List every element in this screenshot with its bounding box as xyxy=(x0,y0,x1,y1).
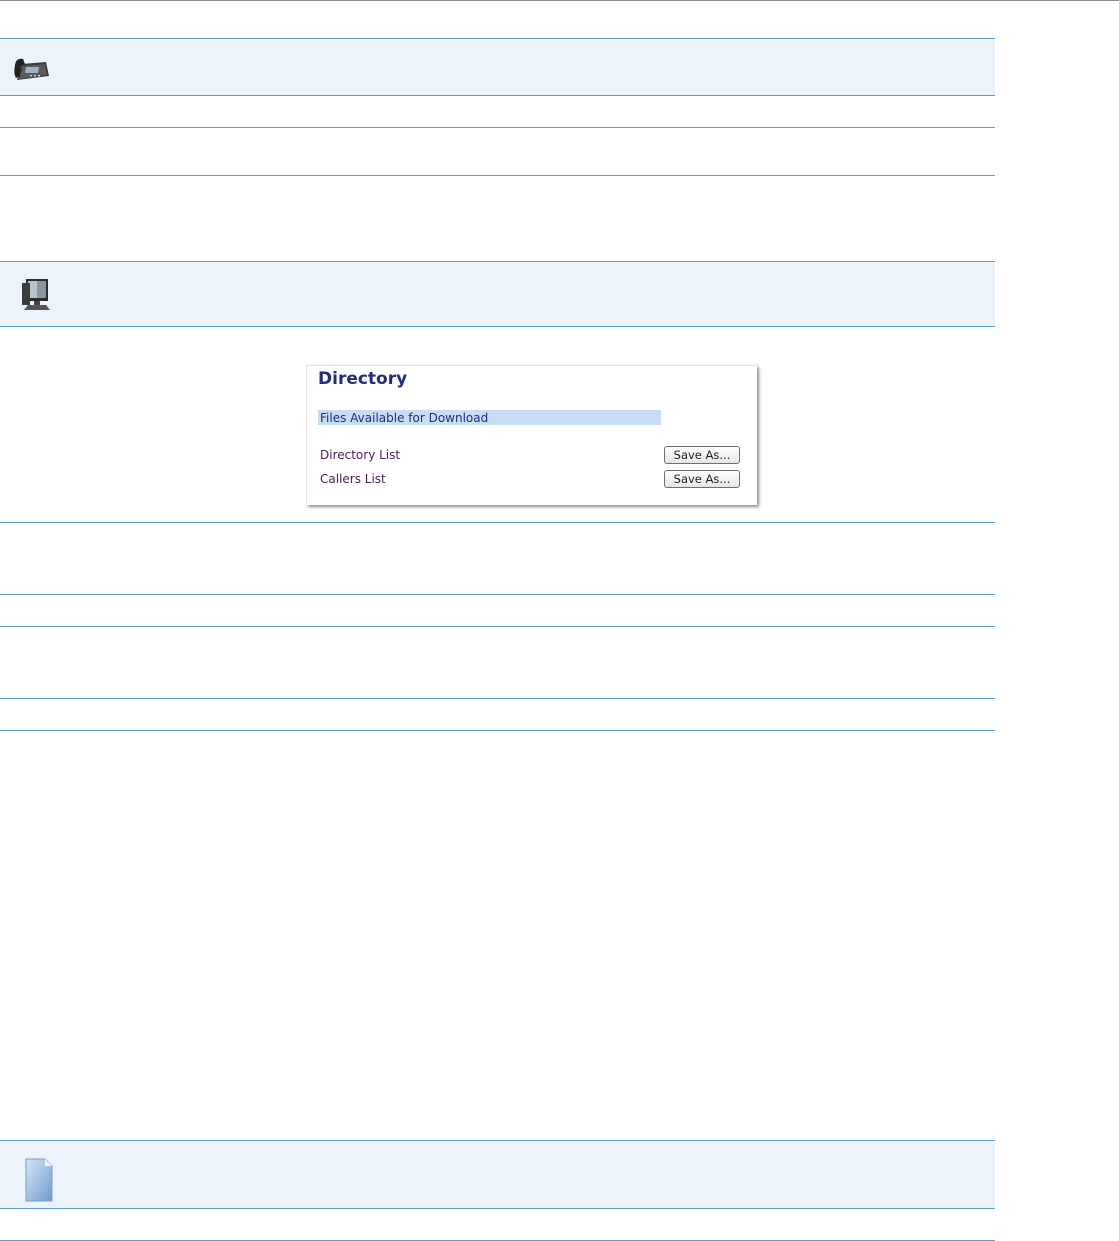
files-available-section-bar: Files Available for Download xyxy=(318,410,661,425)
callers-list-save-as-button[interactable]: Save As... xyxy=(664,470,740,488)
divider-line xyxy=(0,175,995,176)
computer-header-band xyxy=(0,261,995,327)
divider-line xyxy=(0,594,995,595)
top-border-line xyxy=(0,0,1119,1)
directory-panel: Directory Files Available for Download D… xyxy=(306,365,757,505)
divider-line xyxy=(0,626,995,627)
divider-line xyxy=(0,522,995,523)
callers-list-label: Callers List xyxy=(320,472,386,486)
divider-line xyxy=(0,698,995,699)
computer-icon xyxy=(22,279,50,310)
files-available-label: Files Available for Download xyxy=(320,411,489,425)
document-header-band xyxy=(0,1140,995,1209)
directory-title: Directory xyxy=(318,369,408,389)
phone-header-band xyxy=(0,38,995,96)
divider-line xyxy=(0,127,995,128)
desk-phone-icon xyxy=(14,58,49,80)
document-icon xyxy=(25,1158,53,1202)
divider-line xyxy=(0,730,995,731)
directory-list-save-as-button[interactable]: Save As... xyxy=(664,446,740,464)
directory-list-label: Directory List xyxy=(320,448,401,462)
